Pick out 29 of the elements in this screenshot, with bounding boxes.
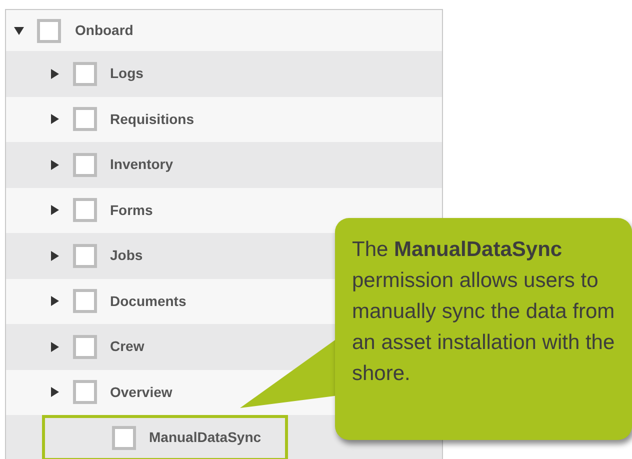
checkbox[interactable] <box>73 152 97 177</box>
expand-arrow-icon[interactable] <box>50 296 60 306</box>
expand-arrow-icon[interactable] <box>50 160 60 170</box>
expand-arrow-icon[interactable] <box>50 387 60 398</box>
expand-arrow-icon[interactable] <box>50 342 60 352</box>
checkbox[interactable] <box>112 426 136 450</box>
checkbox[interactable] <box>73 107 97 132</box>
checkbox[interactable] <box>37 18 61 42</box>
collapse-arrow-icon[interactable] <box>14 26 24 36</box>
callout-text: The ManualDataSync permission allows users to manually sync the data from an asset installation with the shore. <box>352 237 616 387</box>
checkbox[interactable] <box>73 62 97 86</box>
checkbox[interactable] <box>73 334 97 359</box>
checkbox[interactable] <box>73 380 97 404</box>
checkbox[interactable] <box>73 198 97 222</box>
expand-arrow-icon[interactable] <box>50 114 60 124</box>
expand-arrow-icon[interactable] <box>50 68 60 79</box>
tree-item-label[interactable]: Onboard <box>75 20 134 41</box>
expand-arrow-icon[interactable] <box>50 205 60 216</box>
expand-arrow-icon[interactable] <box>50 250 60 261</box>
tree-item-label[interactable]: Inventory <box>110 154 174 176</box>
tree-item-label[interactable]: Jobs <box>110 245 143 266</box>
tree-item-label[interactable]: Overview <box>110 382 172 403</box>
tree-item-label[interactable]: Documents <box>110 290 186 312</box>
tree-item-label[interactable]: Forms <box>110 200 153 221</box>
checkbox[interactable] <box>73 289 97 314</box>
tree-item-label[interactable]: Crew <box>110 336 144 358</box>
checkbox[interactable] <box>73 244 97 268</box>
tree-item-label[interactable]: Logs <box>110 63 144 84</box>
tree-item-label[interactable]: Requisitions <box>110 108 194 130</box>
